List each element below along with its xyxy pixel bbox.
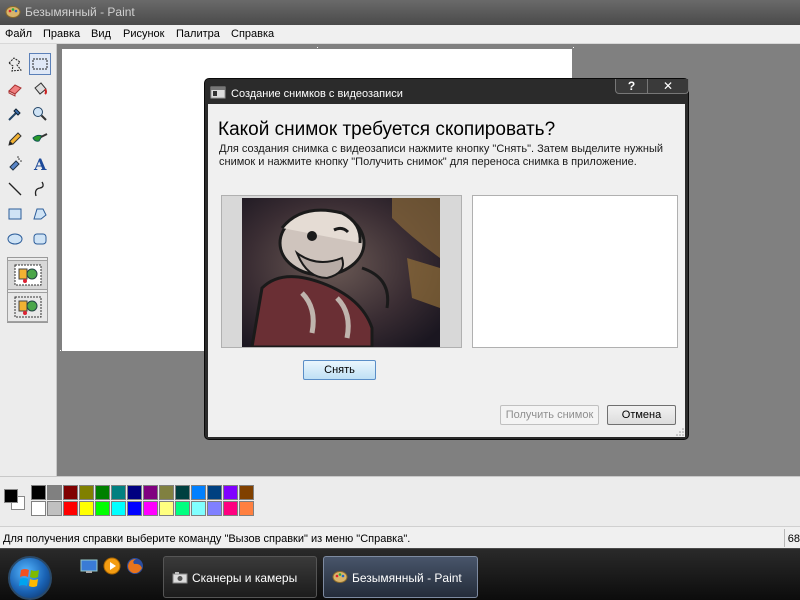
svg-text:A: A	[33, 155, 47, 173]
color-swatch[interactable]	[175, 501, 190, 516]
cancel-button[interactable]: Отмена	[607, 405, 676, 425]
curve-tool-icon[interactable]	[29, 178, 51, 200]
canvas-resize-handle[interactable]	[572, 46, 575, 49]
pencil-tool-icon[interactable]	[4, 128, 26, 150]
selection-transparent-icon	[14, 296, 41, 318]
taskbar-button-paint[interactable]: Безымянный - Paint	[323, 556, 478, 598]
get-snapshot-button[interactable]: Получить снимок	[500, 405, 599, 425]
magnifier-tool-icon[interactable]	[29, 103, 51, 125]
color-swatch[interactable]	[31, 485, 46, 500]
help-button[interactable]: ?	[615, 79, 648, 94]
firefox-icon[interactable]	[126, 557, 144, 575]
paint-app-icon	[332, 571, 348, 583]
color-swatch[interactable]	[47, 501, 62, 516]
color-swatch[interactable]	[175, 485, 190, 500]
show-desktop-icon[interactable]	[80, 557, 98, 575]
paint-app-icon	[5, 6, 21, 18]
brush-tool-icon[interactable]	[29, 128, 51, 150]
color-swatch[interactable]	[143, 501, 158, 516]
color-swatch[interactable]	[143, 485, 158, 500]
line-tool-icon[interactable]	[4, 178, 26, 200]
tool-options-panel	[7, 257, 48, 323]
color-picker-tool-icon[interactable]	[4, 103, 26, 125]
menu-file[interactable]: Файл	[5, 28, 32, 40]
selection-opaque-option[interactable]	[7, 260, 48, 290]
canvas-resize-handle[interactable]	[316, 46, 319, 49]
rectangle-tool-icon[interactable]	[4, 203, 26, 225]
rounded-rectangle-tool-icon[interactable]	[29, 228, 51, 250]
media-player-icon[interactable]	[103, 557, 121, 575]
color-swatch[interactable]	[47, 485, 62, 500]
color-swatch[interactable]	[111, 485, 126, 500]
capture-button[interactable]: Снять	[303, 360, 376, 380]
color-swatch[interactable]	[207, 485, 222, 500]
toolbox: A	[0, 44, 57, 476]
color-swatch[interactable]	[159, 485, 174, 500]
color-swatch[interactable]	[95, 485, 110, 500]
color-swatch[interactable]	[191, 485, 206, 500]
dialog-titlebar: Создание снимков с видеозаписи ? ✕	[205, 79, 689, 101]
color-swatch[interactable]	[79, 485, 94, 500]
color-swatch[interactable]	[63, 485, 78, 500]
color-swatch[interactable]	[223, 485, 238, 500]
taskbar-button-scanners[interactable]: Сканеры и камеры	[163, 556, 317, 598]
selection-transparent-option[interactable]	[7, 292, 48, 322]
snapshot-list-panel[interactable]	[472, 195, 678, 348]
windows-logo-icon	[19, 569, 39, 587]
scanner-camera-icon	[172, 572, 188, 584]
ellipse-tool-icon[interactable]	[4, 228, 26, 250]
status-divider	[784, 529, 785, 547]
start-button[interactable]	[8, 556, 52, 600]
menu-edit[interactable]: Правка	[43, 28, 80, 40]
color-palette	[0, 476, 800, 526]
video-capture-dialog: Создание снимков с видеозаписи ? ✕ Какой…	[204, 78, 689, 440]
status-coordinates: 68	[787, 533, 800, 545]
foreground-color[interactable]	[4, 489, 18, 503]
menu-help[interactable]: Справка	[231, 28, 274, 40]
color-swatch[interactable]	[95, 501, 110, 516]
video-feed-image	[242, 198, 440, 347]
fill-bucket-tool-icon[interactable]	[29, 78, 51, 100]
dialog-heading: Какой снимок требуется скопировать?	[218, 119, 556, 140]
taskbar: Сканеры и камеры Безымянный - Paint	[0, 548, 800, 600]
color-swatch[interactable]	[31, 501, 46, 516]
video-preview-panel	[221, 195, 462, 348]
menu-view[interactable]: Вид	[91, 28, 111, 40]
resize-grip-icon[interactable]	[676, 428, 684, 436]
color-swatch[interactable]	[239, 501, 254, 516]
status-bar: Для получения справки выберите команду "…	[0, 526, 800, 548]
menu-colors[interactable]: Палитра	[176, 28, 220, 40]
airbrush-tool-icon[interactable]	[4, 153, 26, 175]
status-text: Для получения справки выберите команду "…	[3, 533, 411, 545]
window-title: Безымянный - Paint	[25, 5, 135, 19]
color-swatch[interactable]	[79, 501, 94, 516]
eraser-tool-icon[interactable]	[4, 78, 26, 100]
dialog-title: Создание снимков с видеозаписи	[231, 88, 403, 100]
text-tool-icon[interactable]: A	[29, 153, 51, 175]
canvas-resize-handle[interactable]	[59, 349, 62, 352]
current-colors	[2, 486, 28, 516]
close-button[interactable]: ✕	[647, 79, 689, 94]
taskbar-label: Сканеры и камеры	[192, 571, 298, 585]
polygon-tool-icon[interactable]	[29, 203, 51, 225]
selection-opaque-icon	[14, 264, 41, 286]
menu-bar: Файл Правка Вид Рисунок Палитра Справка	[0, 25, 800, 44]
color-swatch[interactable]	[111, 501, 126, 516]
dialog-body: Какой снимок требуется скопировать? Для …	[208, 104, 685, 437]
dialog-description: Для создания снимка с видеозаписи нажмит…	[219, 143, 664, 168]
window-titlebar: Безымянный - Paint	[0, 0, 800, 25]
color-swatch[interactable]	[191, 501, 206, 516]
color-swatch[interactable]	[159, 501, 174, 516]
camera-window-icon	[210, 86, 226, 99]
taskbar-label: Безымянный - Paint	[352, 571, 462, 585]
color-swatch[interactable]	[239, 485, 254, 500]
color-swatch[interactable]	[223, 501, 238, 516]
rect-select-tool-icon[interactable]	[29, 53, 51, 75]
menu-image[interactable]: Рисунок	[123, 28, 165, 40]
color-swatch[interactable]	[63, 501, 78, 516]
color-swatch[interactable]	[207, 501, 222, 516]
color-swatch[interactable]	[127, 501, 142, 516]
color-swatch[interactable]	[127, 485, 142, 500]
free-select-tool-icon[interactable]	[4, 54, 26, 76]
